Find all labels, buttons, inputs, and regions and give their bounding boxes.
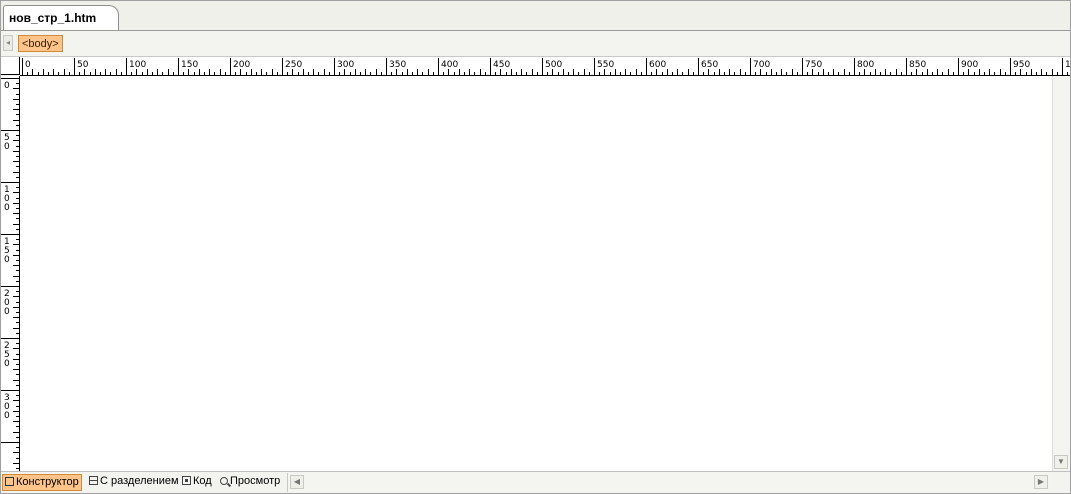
- split-view-label: С разделением: [100, 475, 179, 487]
- document-tab[interactable]: нов_стр_1.htm: [3, 5, 119, 30]
- design-surface[interactable]: [20, 76, 1052, 471]
- ruler-h-label: 600: [649, 60, 666, 70]
- ruler-h-label: 50: [77, 60, 89, 70]
- view-switcher-bar: Конструктор С разделением Код Просмотр ◀…: [1, 471, 1070, 493]
- ruler-v-label: 100: [4, 185, 10, 213]
- ruler-h-label: 900: [961, 60, 978, 70]
- ruler-v-label: 200: [4, 289, 10, 317]
- document-tab-label: нов_стр_1.htm: [9, 11, 97, 25]
- code-view-icon: [182, 476, 191, 485]
- tag-scroll-left-icon[interactable]: ◂: [3, 35, 13, 51]
- ruler-h-label: 250: [285, 60, 302, 70]
- ruler-v-label: 250: [4, 341, 10, 369]
- ruler-h-label: 500: [545, 60, 562, 70]
- ruler-h-label: 200: [233, 60, 250, 70]
- tag-selector-bar: ◂ <body>: [1, 31, 1070, 57]
- design-view-icon: [5, 477, 14, 486]
- ruler-h-label: 10: [1065, 60, 1070, 70]
- ruler-h-label: 750: [805, 60, 822, 70]
- split-view-icon: [89, 476, 98, 485]
- horizontal-ruler-svg: 0 50 100 150 200 250 300 350 400 450 500 550 600 650 7…: [22, 58, 1070, 75]
- ruler-v-label: 0: [4, 81, 10, 91]
- ruler-corner: [1, 57, 20, 75]
- ruler-h-label: 350: [389, 60, 406, 70]
- ruler-h-label: 300: [337, 60, 354, 70]
- magnifier-icon: [220, 477, 228, 485]
- tag-body[interactable]: <body>: [18, 35, 63, 52]
- arrow-left-icon[interactable]: ◀: [290, 475, 304, 489]
- ruler-v-label: 300: [4, 393, 10, 421]
- document-tab-strip: нов_стр_1.htm: [1, 1, 1070, 31]
- arrow-right-icon[interactable]: ▶: [1034, 475, 1048, 489]
- ruler-v-label: 150: [4, 237, 10, 265]
- split-view-button[interactable]: С разделением: [87, 474, 181, 491]
- preview-view-label: Просмотр: [230, 475, 281, 487]
- ruler-h-label: 950: [1013, 60, 1030, 70]
- ruler-h-label: 0: [25, 60, 31, 70]
- vertical-scrollbar[interactable]: ▼: [1052, 76, 1069, 471]
- code-view-label: Код: [193, 475, 212, 487]
- vertical-ruler-svg: 0 5 0 1 0 0 1 5 0 2 0 0 2 5 0 3 0 0: [1, 78, 19, 469]
- ruler-h-label: 850: [909, 60, 926, 70]
- editor-window: нов_стр_1.htm ◂ <body> 0 50 100 150 200 250 30…: [0, 0, 1071, 494]
- preview-view-button[interactable]: Просмотр: [218, 474, 282, 491]
- horizontal-scrollbar[interactable]: ◀ ▶: [287, 473, 1050, 492]
- vertical-ruler: 0 50 100 150 200 250 300: [1, 76, 20, 471]
- ruler-h-label: 150: [181, 60, 198, 70]
- ruler-h-label: 800: [857, 60, 874, 70]
- ruler-h-label: 400: [441, 60, 458, 70]
- ruler-h-label: 700: [753, 60, 770, 70]
- arrow-down-icon[interactable]: ▼: [1054, 455, 1068, 469]
- ruler-h-label: 550: [597, 60, 614, 70]
- ruler-v-label: 50: [4, 133, 10, 152]
- code-view-button[interactable]: Код: [180, 474, 214, 491]
- design-view-button[interactable]: Конструктор: [2, 474, 82, 491]
- horizontal-ruler: 0 50 100 150 200 250 300 350 400 450 500 550 600 650 7…: [20, 57, 1070, 76]
- design-view-label: Конструктор: [16, 476, 79, 488]
- ruler-h-label: 450: [493, 60, 510, 70]
- ruler-h-label: 650: [701, 60, 718, 70]
- ruler-h-label: 100: [129, 60, 146, 70]
